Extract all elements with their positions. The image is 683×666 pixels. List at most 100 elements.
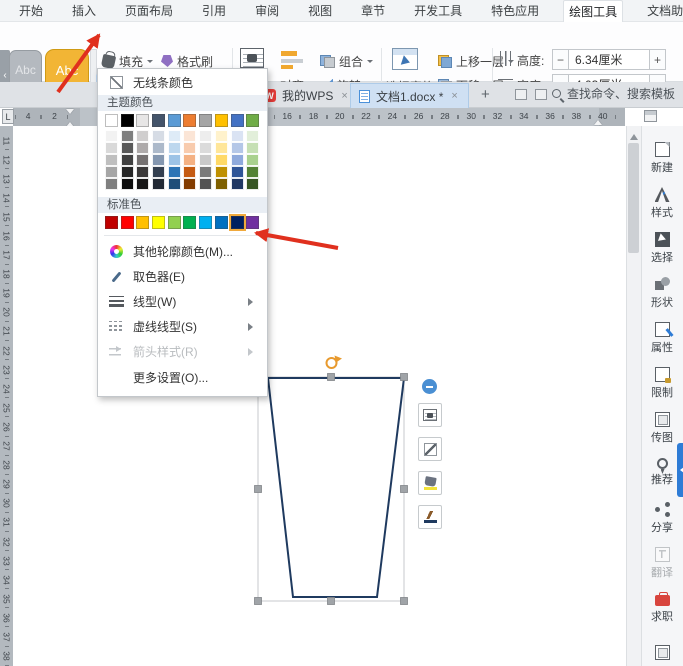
theme-color-swatch[interactable] — [152, 114, 166, 127]
theme-variant-swatch[interactable] — [167, 142, 181, 154]
theme-variant-swatch[interactable] — [214, 142, 228, 154]
menu-item-more-outline-colors[interactable]: 其他轮廓颜色(M)... — [98, 239, 267, 264]
theme-variant-swatch[interactable] — [183, 178, 197, 190]
theme-variant-swatch[interactable] — [199, 166, 213, 178]
theme-variant-swatch[interactable] — [230, 178, 244, 190]
shape-style-button[interactable] — [418, 437, 442, 461]
theme-variant-swatch[interactable] — [230, 166, 244, 178]
theme-variant-swatch[interactable] — [167, 178, 181, 190]
theme-variant-swatch[interactable] — [152, 130, 166, 142]
theme-variant-swatch[interactable] — [120, 142, 134, 154]
theme-variant-swatch[interactable] — [152, 154, 166, 166]
menu-item-eyedropper[interactable]: 取色器(E) — [98, 264, 267, 289]
tab-menu-icon[interactable] — [535, 89, 547, 100]
standard-color-swatch[interactable] — [167, 216, 181, 229]
theme-variant-swatch[interactable] — [246, 142, 260, 154]
theme-variant-swatch[interactable] — [183, 142, 197, 154]
menu-item-more-settings[interactable]: 更多设置(O)... — [98, 364, 267, 391]
theme-variant-swatch[interactable] — [214, 178, 228, 190]
group-button[interactable]: 组合 — [316, 50, 377, 72]
theme-variant-swatch[interactable] — [214, 166, 228, 178]
sidebar-item-new[interactable]: 新建 — [641, 142, 683, 175]
theme-variant-swatch[interactable] — [152, 166, 166, 178]
theme-variant-swatch[interactable] — [105, 166, 118, 178]
theme-variant-swatch[interactable] — [136, 130, 150, 142]
theme-variant-swatch[interactable] — [105, 154, 118, 166]
theme-color-swatch[interactable] — [136, 114, 150, 127]
doc-tab-document1[interactable]: 文档1.docx * × — [350, 83, 469, 108]
theme-variant-swatch[interactable] — [167, 130, 181, 142]
theme-variant-swatch[interactable] — [120, 166, 134, 178]
panel-toggle[interactable] — [677, 443, 683, 497]
theme-variant-swatch[interactable] — [105, 130, 118, 142]
theme-color-swatch[interactable] — [214, 114, 228, 127]
sidebar-item-properties[interactable]: 属性 — [641, 322, 683, 355]
tab-home[interactable]: 开始 — [14, 0, 48, 21]
sidebar-item-share[interactable]: 分享 — [641, 502, 683, 535]
theme-variant-swatch[interactable] — [183, 166, 197, 178]
standard-color-swatch[interactable] — [152, 216, 166, 229]
theme-variant-swatch[interactable] — [136, 166, 150, 178]
close-icon[interactable]: × — [451, 90, 457, 102]
theme-variant-swatch[interactable] — [152, 178, 166, 190]
theme-variant-swatch[interactable] — [246, 154, 260, 166]
theme-color-swatch[interactable] — [183, 114, 197, 127]
sidebar-item-job-search[interactable]: 求职 — [641, 592, 683, 624]
sidebar-item-more[interactable] — [641, 645, 683, 660]
tab-special-features[interactable]: 特色应用 — [486, 0, 544, 21]
theme-color-swatch[interactable] — [105, 114, 118, 127]
sidebar-item-shapes[interactable]: 形状 — [641, 277, 683, 310]
height-decrease-button[interactable]: − — [552, 49, 569, 70]
doc-tab-my-wps[interactable]: W 我的WPS × — [255, 83, 356, 108]
outline-color-button[interactable] — [418, 505, 442, 529]
tab-review[interactable]: 审阅 — [250, 0, 284, 21]
new-tab-button[interactable]: + — [481, 86, 490, 103]
fill-color-button[interactable] — [418, 471, 442, 495]
theme-variant-swatch[interactable] — [120, 178, 134, 190]
theme-variant-swatch[interactable] — [167, 154, 181, 166]
theme-variant-swatch[interactable] — [246, 166, 260, 178]
standard-color-swatch[interactable] — [183, 216, 197, 229]
theme-variant-swatch[interactable] — [105, 178, 118, 190]
standard-color-swatch[interactable] — [120, 216, 134, 229]
theme-color-swatch[interactable] — [246, 114, 260, 127]
theme-variant-swatch[interactable] — [214, 130, 228, 142]
theme-variant-swatch[interactable] — [167, 166, 181, 178]
theme-variant-swatch[interactable] — [199, 130, 213, 142]
menu-item-line-style[interactable]: 线型(W) — [98, 289, 267, 314]
theme-variant-swatch[interactable] — [136, 178, 150, 190]
theme-variant-swatch[interactable] — [199, 142, 213, 154]
theme-variant-swatch[interactable] — [120, 130, 134, 142]
close-icon[interactable]: × — [341, 90, 347, 102]
theme-variant-swatch[interactable] — [120, 154, 134, 166]
theme-color-swatch[interactable] — [230, 114, 244, 127]
height-value[interactable]: 6.34厘米 — [569, 49, 649, 70]
scroll-up-icon[interactable] — [630, 130, 638, 140]
tab-references[interactable]: 引用 — [197, 0, 231, 21]
menu-item-no-line-color[interactable]: 无线条颜色 — [98, 69, 267, 95]
standard-color-swatch[interactable] — [105, 216, 118, 229]
tab-list-icon[interactable] — [515, 89, 527, 100]
standard-color-swatch[interactable] — [136, 216, 150, 229]
theme-variant-swatch[interactable] — [136, 154, 150, 166]
collapse-toolbar-button[interactable] — [422, 379, 437, 394]
tab-insert[interactable]: 插入 — [67, 0, 101, 21]
theme-variant-swatch[interactable] — [199, 154, 213, 166]
sidebar-item-restrict[interactable]: 限制 — [641, 367, 683, 400]
standard-color-swatch[interactable] — [228, 214, 246, 231]
theme-variant-swatch[interactable] — [246, 130, 260, 142]
menu-item-dash-style[interactable]: 虚线线型(S) — [98, 314, 267, 339]
sidebar-item-translate[interactable]: 翻译 — [641, 547, 683, 580]
sidebar-item-upload-image[interactable]: 传图 — [641, 412, 683, 445]
theme-color-swatch[interactable] — [120, 114, 134, 127]
theme-variant-swatch[interactable] — [152, 142, 166, 154]
theme-variant-swatch[interactable] — [230, 154, 244, 166]
layout-options-button[interactable] — [418, 403, 442, 427]
tab-drawing-tools[interactable]: 绘图工具 — [563, 0, 624, 22]
theme-variant-swatch[interactable] — [183, 130, 197, 142]
tab-view[interactable]: 视图 — [303, 0, 337, 21]
tab-section[interactable]: 章节 — [356, 0, 390, 21]
theme-variant-swatch[interactable] — [230, 142, 244, 154]
command-search[interactable]: 查找命令、搜索模板 — [552, 85, 675, 102]
sidebar-item-select[interactable]: 选择 — [641, 232, 683, 265]
